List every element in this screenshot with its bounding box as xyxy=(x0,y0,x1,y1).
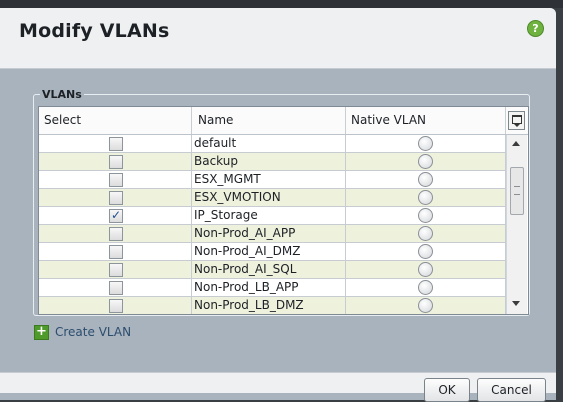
column-header-native-vlan[interactable]: Native VLAN xyxy=(346,107,506,134)
select-checkbox[interactable] xyxy=(109,173,123,187)
select-cell xyxy=(39,189,192,207)
table-row[interactable]: Non-Prod_AI_DMZ xyxy=(39,243,506,261)
native-vlan-radio[interactable] xyxy=(418,136,433,151)
select-cell xyxy=(39,243,192,261)
create-vlan-link[interactable]: + Create VLAN xyxy=(34,324,131,340)
select-checkbox[interactable] xyxy=(109,191,123,205)
vlan-name: Non-Prod_AI_DMZ xyxy=(192,243,346,261)
table-row[interactable]: Non-Prod_AI_APP xyxy=(39,225,506,243)
create-vlan-label[interactable]: Create VLAN xyxy=(55,325,131,339)
table-header: Select Name Native VLAN xyxy=(39,107,528,135)
native-vlan-cell xyxy=(346,225,506,243)
select-checkbox[interactable] xyxy=(109,207,123,224)
vlans-group-legend: VLANs xyxy=(40,88,84,101)
select-cell xyxy=(39,153,192,171)
select-cell xyxy=(39,279,192,297)
table-row[interactable]: Non-Prod_LB_APP xyxy=(39,279,506,297)
select-checkbox[interactable] xyxy=(109,155,123,169)
native-vlan-radio[interactable] xyxy=(418,226,433,241)
scroll-up-arrow-icon[interactable] xyxy=(512,141,520,146)
column-header-select[interactable]: Select xyxy=(39,107,192,134)
select-checkbox[interactable] xyxy=(109,137,123,151)
native-vlan-cell xyxy=(346,189,506,207)
table-row[interactable]: ESX_VMOTION xyxy=(39,189,506,207)
native-vlan-cell xyxy=(346,279,506,297)
dialog-header: Modify VLANs ? xyxy=(0,8,556,69)
plus-icon[interactable]: + xyxy=(34,324,49,340)
vlan-name: Non-Prod_AI_SQL xyxy=(192,261,346,279)
native-vlan-radio[interactable] xyxy=(418,172,433,187)
dialog-title: Modify VLANs xyxy=(19,20,170,42)
native-vlan-cell xyxy=(346,261,506,279)
table-row[interactable]: Non-Prod_LB_DMZ xyxy=(39,297,506,314)
scroll-thumb[interactable] xyxy=(510,167,524,215)
select-cell xyxy=(39,135,192,153)
native-vlan-cell xyxy=(346,297,506,314)
vlan-name: IP_Storage xyxy=(192,207,346,225)
native-vlan-cell xyxy=(346,243,506,261)
select-cell xyxy=(39,207,192,225)
ok-button[interactable]: OK xyxy=(424,378,470,402)
select-checkbox[interactable] xyxy=(109,245,123,259)
vertical-scrollbar[interactable] xyxy=(506,135,527,314)
native-vlan-cell xyxy=(346,171,506,189)
native-vlan-radio[interactable] xyxy=(418,208,433,223)
select-cell xyxy=(39,171,192,189)
select-checkbox[interactable] xyxy=(109,227,123,241)
table-row[interactable]: Backup xyxy=(39,153,506,171)
window-top-strip xyxy=(0,0,563,8)
native-vlan-radio[interactable] xyxy=(418,298,433,313)
table-row[interactable]: ESX_MGMT xyxy=(39,171,506,189)
vlan-name: Backup xyxy=(192,153,346,171)
dialog-footer xyxy=(0,372,556,393)
table-body: defaultBackupESX_MGMTESX_VMOTIONIP_Stora… xyxy=(39,135,506,314)
native-vlan-radio[interactable] xyxy=(418,190,433,205)
vlan-name: ESX_VMOTION xyxy=(192,189,346,207)
select-cell xyxy=(39,225,192,243)
column-header-name[interactable]: Name xyxy=(192,107,346,134)
vlans-table: Select Name Native VLAN default Backup ESX… xyxy=(38,106,529,315)
table-row[interactable]: Non-Prod_AI_SQL xyxy=(39,261,506,279)
table-row[interactable]: IP_Storage xyxy=(39,207,506,225)
vlan-name: Non-Prod_LB_APP xyxy=(192,279,346,297)
table-row[interactable]: default xyxy=(39,135,506,153)
vlan-name: Non-Prod_LB_DMZ xyxy=(192,297,346,314)
question-icon[interactable]: ? xyxy=(527,20,544,37)
vlan-name: ESX_MGMT xyxy=(192,171,346,189)
vlan-name: default xyxy=(192,135,346,153)
column-picker-icon[interactable] xyxy=(508,111,525,130)
vlan-name: Non-Prod_AI_APP xyxy=(192,225,346,243)
native-vlan-radio[interactable] xyxy=(418,262,433,277)
select-checkbox[interactable] xyxy=(109,263,123,277)
native-vlan-cell xyxy=(346,153,506,171)
select-cell xyxy=(39,297,192,314)
native-vlan-cell xyxy=(346,207,506,225)
select-checkbox[interactable] xyxy=(109,299,123,313)
cancel-button[interactable]: Cancel xyxy=(477,378,546,402)
native-vlan-cell xyxy=(346,135,506,153)
native-vlan-radio[interactable] xyxy=(418,244,433,259)
scroll-down-arrow-icon[interactable] xyxy=(512,301,520,306)
native-vlan-radio[interactable] xyxy=(418,154,433,169)
select-cell xyxy=(39,261,192,279)
select-checkbox[interactable] xyxy=(109,281,123,295)
native-vlan-radio[interactable] xyxy=(418,280,433,295)
